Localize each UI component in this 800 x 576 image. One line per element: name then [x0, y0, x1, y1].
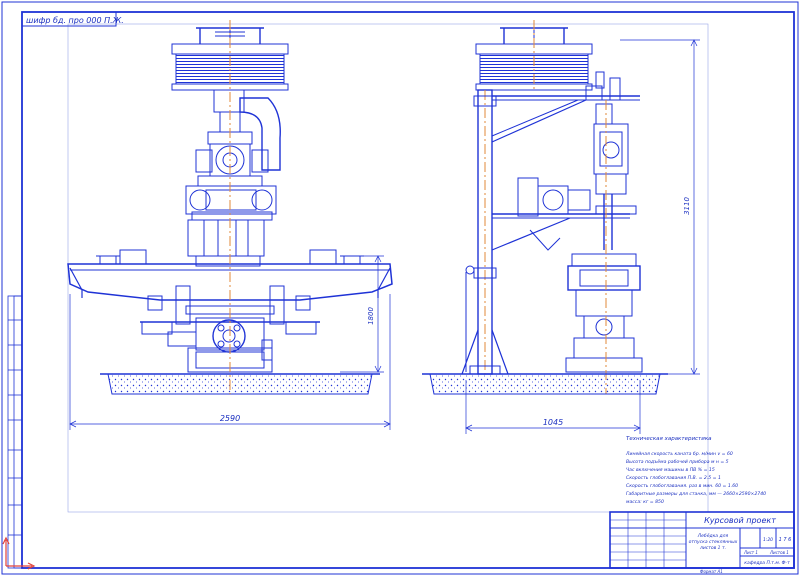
title-scale: 1:20 [763, 537, 773, 543]
engineering-drawing: шифр бд. про 000 П.Ж. 2590 1800 1045 311… [1, 1, 799, 575]
front-dimension-lines [69, 255, 391, 430]
tech-title: Техническая характеристика [626, 436, 712, 442]
top-stamp-text: шифр бд. про 000 П.Ж. [26, 16, 124, 25]
tech-line-7: масса: кг = 850 [626, 499, 664, 505]
side-height-dimension: 3110 [683, 197, 691, 215]
tech-line-4: Скорость глобоглавания П.В. = 2.5 = 1 [626, 475, 721, 481]
title-dept: кафедра П.т.м. Ф-т [744, 560, 790, 566]
tech-line-3: Час включения машины в ПВ % = 15 [626, 467, 715, 473]
side-foundation [422, 373, 668, 395]
front-width-dimension: 2590 [220, 414, 240, 423]
tech-line-2: Высота подъёма рабочей прибора м н = 5 [626, 459, 729, 465]
front-foundation [100, 373, 380, 395]
title-code: 1 7 6 [779, 537, 792, 543]
side-width-dimension: 1045 [543, 418, 563, 427]
title-desc-2: отпуска стеклянных [689, 540, 738, 545]
title-format: Формат А1 [700, 569, 723, 574]
side-view [461, 24, 643, 375]
front-height-dimension: 1800 [367, 307, 375, 325]
title-sheets: Листов 1 [769, 550, 789, 555]
title-desc-1: Лебёдка для [697, 533, 729, 539]
tech-line-5: Скорость глобоглавания. раз в мин. 60 = … [626, 483, 738, 489]
title-desc-3: листов 1 т. [699, 545, 726, 551]
drawing-area-border [67, 23, 709, 513]
tech-line-1: Линейная скорость каната бр. м/мин v = 6… [625, 451, 733, 457]
title-main: Курсовой проект [704, 516, 776, 525]
tech-line-6: Габаритные размеры для станка, мм — 2660… [626, 491, 766, 497]
left-binding-strip [7, 295, 23, 569]
technical-characteristics: Техническая характеристика Линейная скор… [625, 436, 766, 505]
title-sheet: Лист 1 [743, 550, 758, 555]
